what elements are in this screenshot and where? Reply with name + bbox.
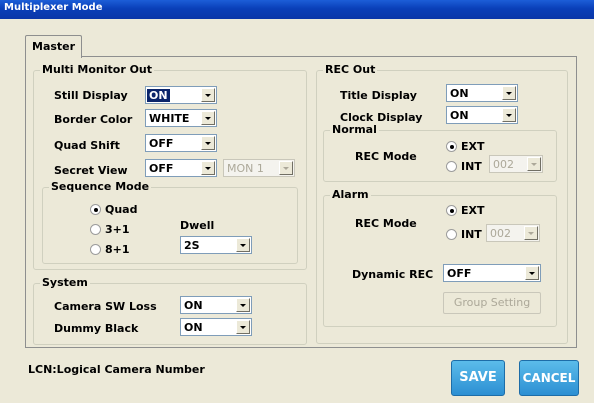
alarm-int-value: 002 [490,227,511,240]
normal-int-dropdown-icon [527,157,541,171]
quad-shift-select[interactable]: OFF [145,134,217,152]
multiplexer-mode-window: Multiplexer Mode Master Multi Monitor Ou… [0,0,594,403]
quad-shift-dropdown-icon[interactable] [201,136,215,150]
alarm-int-label: INT [461,228,482,241]
secret-view-value: OFF [149,162,174,175]
alarm-int-select: 002 [486,224,540,242]
sequence-mode-group: Sequence Mode [42,180,298,264]
camera-sw-loss-select[interactable]: ON [180,296,252,314]
sequence-mode-title: Sequence Mode [49,180,152,193]
normal-int-label: INT [461,160,482,173]
rec-out-title: REC Out [323,63,378,76]
alarm-int-dropdown-icon [524,226,538,240]
system-title: System [40,276,90,289]
camera-sw-loss-dropdown-icon[interactable] [236,298,250,312]
title-bar: Multiplexer Mode [0,0,594,19]
still-display-value: ON [147,89,170,102]
border-color-value: WHITE [149,112,190,125]
dwell-label: Dwell [180,219,215,232]
secret-view-select[interactable]: OFF [145,159,217,177]
alarm-title: Alarm [330,188,371,201]
cancel-button[interactable]: CANCEL [519,360,579,396]
secret-view-monitor-dropdown-icon [279,161,293,175]
camera-sw-loss-label: Camera SW Loss [54,300,157,313]
alarm-int-radio[interactable] [446,229,457,240]
sequence-8plus1-label: 8+1 [105,243,130,256]
still-display-select[interactable]: ON [145,86,217,104]
border-color-label: Border Color [54,113,133,126]
normal-ext-label: EXT [461,140,485,153]
quad-shift-value: OFF [149,137,174,150]
group-setting-button: Group Setting [443,292,541,314]
dummy-black-value: ON [184,321,203,334]
secret-view-monitor-value: MON 1 [227,162,264,175]
clock-display-dropdown-icon[interactable] [502,108,516,122]
multi-monitor-out-title: Multi Monitor Out [40,63,155,76]
normal-ext-radio[interactable] [446,141,457,152]
quad-shift-label: Quad Shift [54,139,120,152]
dwell-dropdown-icon[interactable] [236,238,250,252]
dummy-black-select[interactable]: ON [180,318,252,336]
sequence-3plus1-radio[interactable] [90,224,101,235]
secret-view-monitor-select: MON 1 [223,159,295,177]
dwell-select[interactable]: 2S [180,236,252,254]
sequence-quad-label: Quad [105,203,138,216]
dummy-black-dropdown-icon[interactable] [236,320,250,334]
dynamic-rec-label: Dynamic REC [352,268,434,281]
tab-master[interactable]: Master [25,35,82,58]
title-display-select[interactable]: ON [446,84,518,102]
still-display-label: Still Display [54,89,128,102]
dummy-black-label: Dummy Black [54,322,139,335]
sequence-8plus1-radio[interactable] [90,244,101,255]
alarm-rec-mode-label: REC Mode [355,217,417,230]
clock-display-select[interactable]: ON [446,106,518,124]
normal-rec-mode-label: REC Mode [355,150,417,163]
normal-int-select: 002 [489,155,543,173]
system-group: System [33,276,307,345]
tab-master-label: Master [32,40,76,53]
secret-view-label: Secret View [54,164,128,177]
dynamic-rec-select[interactable]: OFF [443,264,541,282]
camera-sw-loss-value: ON [184,299,203,312]
sequence-3plus1-label: 3+1 [105,223,130,236]
clock-display-value: ON [450,109,469,122]
dwell-value: 2S [184,239,200,252]
window-title: Multiplexer Mode [4,2,103,13]
normal-int-value: 002 [493,158,514,171]
title-display-dropdown-icon[interactable] [502,86,516,100]
lcn-note: LCN:Logical Camera Number [28,363,205,376]
secret-view-dropdown-icon[interactable] [201,161,215,175]
alarm-ext-radio[interactable] [446,205,457,216]
border-color-select[interactable]: WHITE [145,109,217,127]
dynamic-rec-value: OFF [447,267,472,280]
still-display-dropdown-icon[interactable] [201,88,215,102]
title-display-value: ON [450,87,469,100]
title-display-label: Title Display [340,89,417,102]
sequence-quad-radio[interactable] [90,204,101,215]
dynamic-rec-dropdown-icon[interactable] [525,266,539,280]
save-button[interactable]: SAVE [451,360,505,396]
border-color-dropdown-icon[interactable] [201,111,215,125]
alarm-ext-label: EXT [461,204,485,217]
normal-int-radio[interactable] [446,161,457,172]
normal-title: Normal [330,123,379,136]
